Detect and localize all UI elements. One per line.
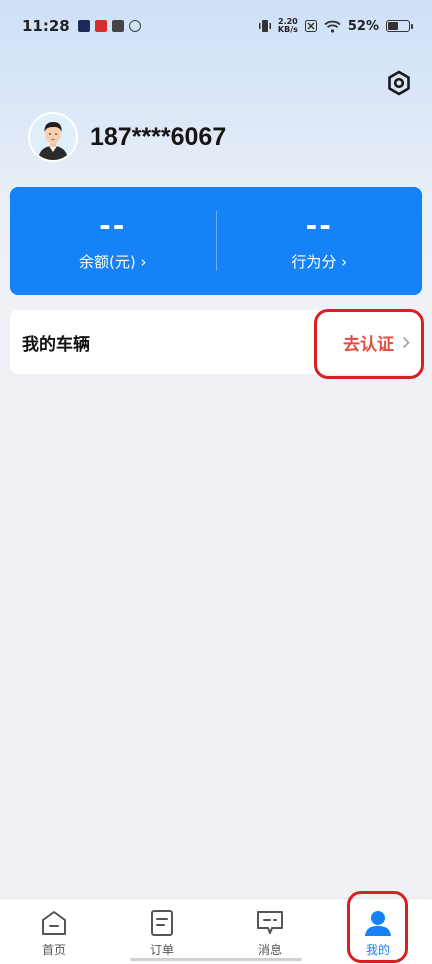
balance-stat[interactable]: -- 余额(元) ›	[10, 208, 216, 272]
highlight-box	[314, 309, 424, 379]
order-icon	[151, 910, 173, 936]
wifi-icon	[324, 20, 341, 33]
app-notification-icon	[111, 20, 124, 32]
stats-card: -- 余额(元) › -- 行为分 ›	[10, 187, 422, 295]
battery-icon	[386, 20, 413, 32]
status-bar: 11:28 2.20 KB/s 52%	[0, 0, 432, 52]
tab-home-label: 首页	[41, 943, 66, 957]
vibrate-icon	[258, 20, 271, 32]
my-vehicle-title: 我的车辆	[22, 334, 90, 355]
behavior-score-value: --	[305, 208, 333, 242]
notification-icons	[77, 20, 141, 32]
tab-orders[interactable]: 订单	[108, 899, 216, 964]
phone-number: 187****6067	[90, 122, 227, 151]
status-right: 2.20 KB/s 52%	[258, 18, 413, 34]
tab-orders-label: 订单	[149, 943, 174, 957]
settings-button[interactable]	[384, 68, 414, 98]
app-notification-icon	[94, 20, 107, 32]
app-notification-icon	[128, 20, 141, 32]
behavior-score-stat[interactable]: -- 行为分 ›	[217, 208, 423, 272]
message-icon	[257, 911, 283, 934]
battery-fill	[388, 22, 399, 30]
status-time: 11:28	[22, 17, 70, 35]
balance-label: 余额(元) ›	[79, 252, 147, 271]
balance-value: --	[99, 208, 127, 242]
settings-icon	[388, 70, 410, 96]
tab-messages-label: 消息	[257, 943, 282, 957]
app-notification-icon	[77, 20, 90, 32]
no-sim-icon	[304, 20, 317, 32]
profile-header[interactable]: 187****6067	[28, 112, 226, 162]
net-speed-unit: KB/s	[277, 25, 298, 34]
home-indicator	[130, 958, 302, 961]
user-avatar-icon	[30, 114, 76, 160]
battery-percent: 52%	[347, 18, 379, 34]
avatar[interactable]	[28, 112, 78, 162]
behavior-score-label: 行为分 ›	[291, 252, 348, 271]
home-icon	[42, 911, 66, 935]
highlight-box	[347, 891, 408, 963]
tab-messages[interactable]: 消息	[216, 899, 324, 964]
network-speed: 2.20 KB/s	[278, 18, 298, 34]
tab-home[interactable]: 首页	[0, 899, 108, 964]
